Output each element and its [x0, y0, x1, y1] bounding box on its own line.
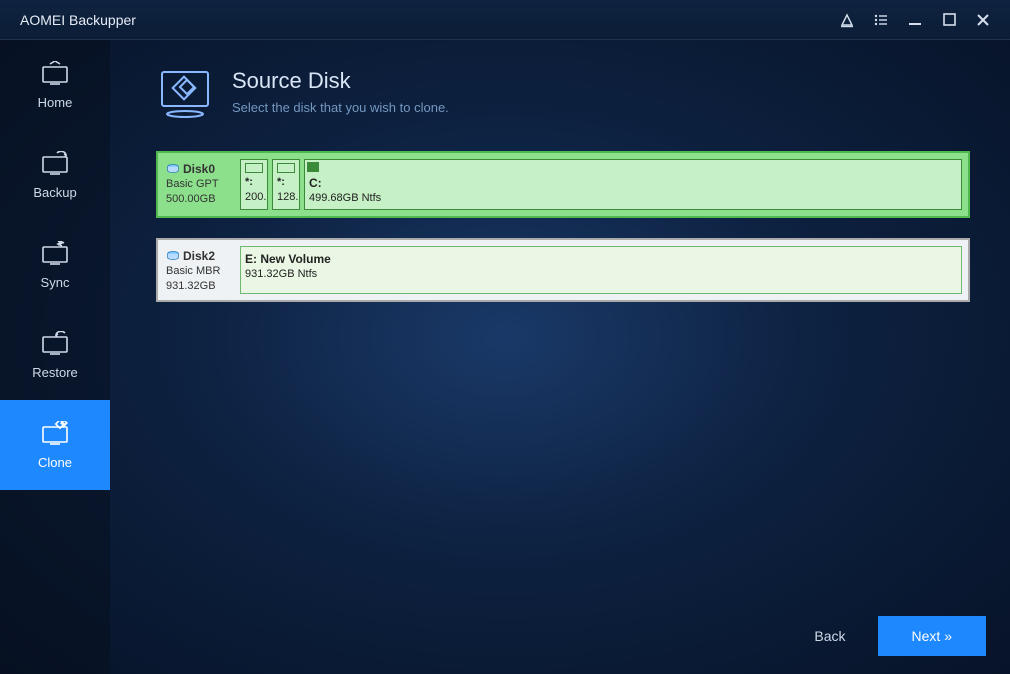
sidebar-item-sync[interactable]: Sync — [0, 220, 110, 310]
disk-row-0[interactable]: Disk0 Basic GPT 500.00GB *: 200. *: 128. — [156, 151, 970, 218]
sidebar-item-label: Sync — [41, 275, 70, 290]
partition[interactable]: *: 200. — [240, 159, 268, 210]
sync-icon — [40, 241, 70, 267]
home-icon — [40, 61, 70, 87]
restore-icon — [40, 331, 70, 357]
maximize-icon[interactable] — [932, 0, 966, 40]
close-icon[interactable] — [966, 0, 1000, 40]
title-bar: AOMEI Backupper — [0, 0, 1010, 40]
sidebar-item-home[interactable]: Home — [0, 40, 110, 130]
app-window: AOMEI Backupper Home Backup Sync — [0, 0, 1010, 674]
sidebar-item-label: Clone — [38, 455, 72, 470]
disk-icon — [166, 251, 180, 261]
back-button[interactable]: Back — [802, 618, 857, 654]
next-button[interactable]: Next » — [878, 616, 986, 656]
disk-info: Disk0 Basic GPT 500.00GB — [164, 159, 236, 210]
sidebar-item-label: Home — [38, 95, 73, 110]
page-header: Source Disk Select the disk that you wis… — [156, 68, 970, 125]
minimize-icon[interactable] — [898, 0, 932, 40]
backup-icon — [40, 151, 70, 177]
disk-row-1[interactable]: Disk2 Basic MBR 931.32GB E: New Volume 9… — [156, 238, 970, 302]
page-subtitle: Select the disk that you wish to clone. — [232, 100, 449, 115]
partition-list: *: 200. *: 128. C: 499.68GB Ntfs — [240, 159, 962, 210]
disk-icon — [166, 164, 180, 174]
disk-info: Disk2 Basic MBR 931.32GB — [164, 246, 236, 294]
partition[interactable]: *: 128. — [272, 159, 300, 210]
sidebar-item-label: Backup — [33, 185, 76, 200]
sidebar-item-label: Restore — [32, 365, 78, 380]
sidebar: Home Backup Sync Restore Clone — [0, 40, 110, 674]
upgrade-icon[interactable] — [830, 0, 864, 40]
sidebar-item-backup[interactable]: Backup — [0, 130, 110, 220]
sidebar-item-restore[interactable]: Restore — [0, 310, 110, 400]
sidebar-item-clone[interactable]: Clone — [0, 400, 110, 490]
clone-icon — [40, 421, 70, 447]
source-disk-icon — [156, 68, 214, 125]
partition-list: E: New Volume 931.32GB Ntfs — [240, 246, 962, 294]
page-title: Source Disk — [232, 68, 449, 94]
partition[interactable]: C: 499.68GB Ntfs — [304, 159, 962, 210]
app-title: AOMEI Backupper — [20, 12, 830, 28]
menu-icon[interactable] — [864, 0, 898, 40]
partition[interactable]: E: New Volume 931.32GB Ntfs — [240, 246, 962, 294]
main-panel: Source Disk Select the disk that you wis… — [110, 40, 1010, 674]
wizard-footer: Back Next » — [802, 616, 986, 656]
